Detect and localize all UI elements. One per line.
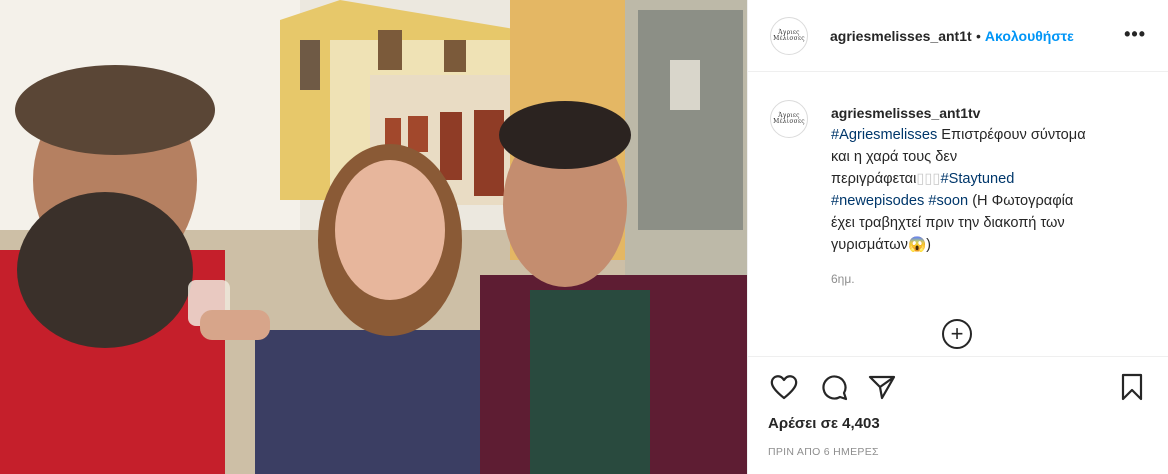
hashtag-staytuned[interactable]: #Staytuned [940, 171, 1014, 187]
like-button[interactable] [768, 371, 800, 403]
caption-avatar-text: Άγριες Μέλισσες [773, 112, 805, 125]
post-photo[interactable] [0, 0, 747, 474]
follow-button[interactable]: Ακολουθήστε [985, 28, 1074, 44]
load-more-comments-button[interactable]: + [942, 319, 972, 349]
separator-dot: • [976, 27, 981, 44]
caption-marks: ▯▯▯ [916, 171, 941, 187]
comment-button[interactable] [818, 371, 850, 403]
share-button[interactable] [866, 371, 898, 403]
avatar-text: Άγριες Μέλισσες [773, 28, 805, 42]
comment-icon [822, 375, 848, 401]
plus-icon: + [950, 321, 964, 346]
photo-illustration [0, 0, 747, 474]
share-icon [868, 375, 896, 400]
hashtag-newepisodes[interactable]: #newepisodes [831, 193, 924, 209]
save-button[interactable] [1116, 371, 1148, 403]
post-side-panel: Άγριες Μέλισσες agriesmelisses_ant1tv • … [747, 0, 1168, 474]
emoji-icon: 😱 [907, 237, 927, 253]
caption-area: Άγριες Μέλισσες agriesmelisses_ant1tv #A… [748, 72, 1168, 356]
heart-icon [770, 375, 798, 400]
more-options-icon[interactable]: ••• [1124, 24, 1146, 45]
caption-avatar[interactable]: Άγριες Μέλισσες [770, 100, 808, 138]
caption-text-3: ) [926, 237, 931, 253]
likes-count[interactable]: Αρέσει σε 4,403 [768, 415, 880, 432]
caption-text: agriesmelisses_ant1tv #Agriesmelisses Επ… [831, 102, 1091, 256]
posted-time[interactable]: ΠΡΙΝ ΑΠΟ 6 ΗΜΕΡΕΣ [768, 446, 879, 458]
post-header: Άγριες Μέλισσες agriesmelisses_ant1tv • … [748, 0, 1168, 72]
header-username[interactable]: agriesmelisses_ant1tv [830, 28, 972, 44]
actions-section: Αρέσει σε 4,403 ΠΡΙΝ ΑΠΟ 6 ΗΜΕΡΕΣ [748, 356, 1168, 474]
caption-username[interactable]: agriesmelisses_ant1tv [831, 102, 1091, 124]
hashtag-agriesmelisses[interactable]: #Agriesmelisses [831, 127, 937, 143]
hashtag-soon[interactable]: #soon [928, 193, 968, 209]
caption-timestamp[interactable]: 6ημ. [831, 272, 855, 286]
avatar[interactable]: Άγριες Μέλισσες [770, 16, 808, 55]
bookmark-icon [1121, 373, 1143, 401]
